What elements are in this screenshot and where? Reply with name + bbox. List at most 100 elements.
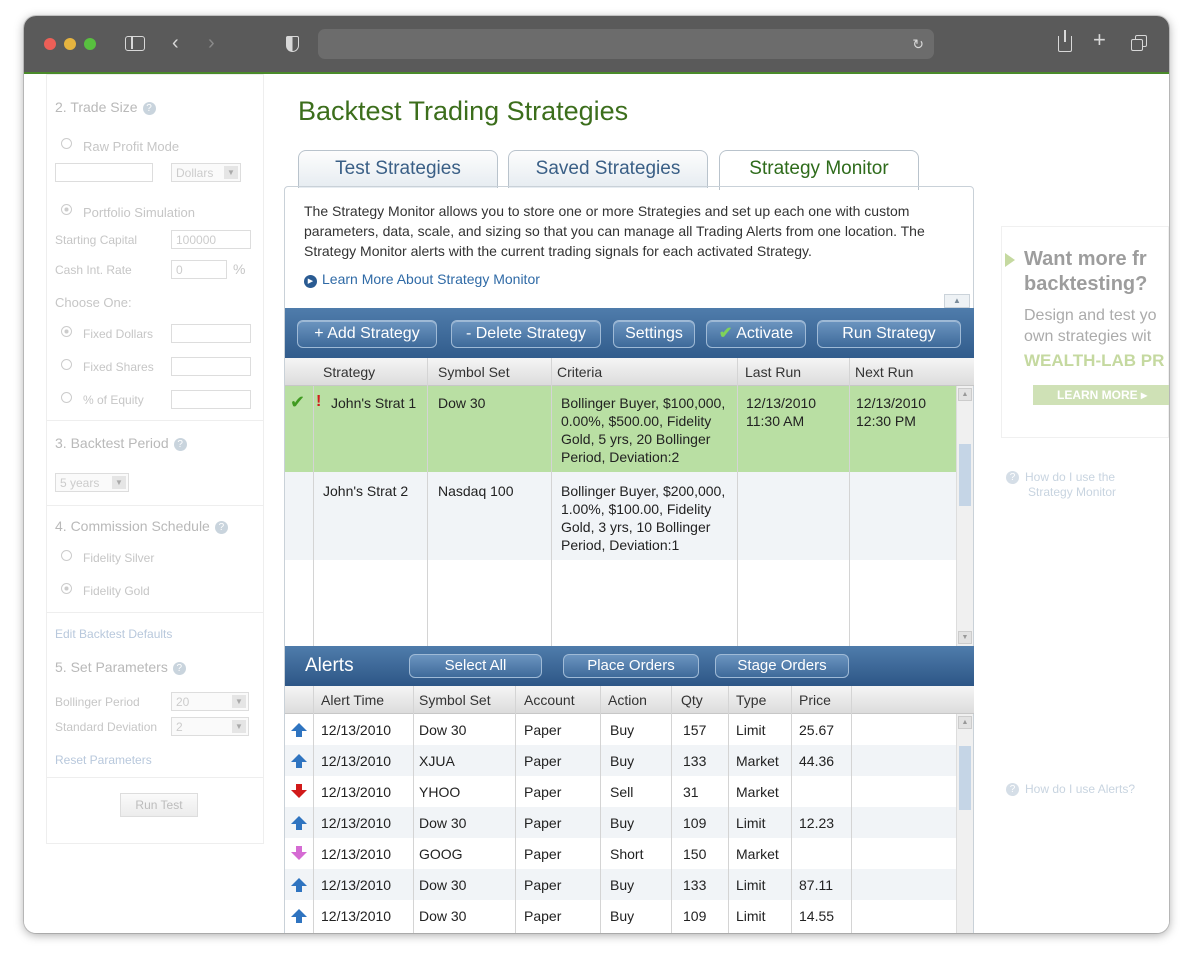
help-icon[interactable]: ? [172,662,186,675]
bollinger-value: 20 [176,695,190,709]
arrow-up-icon [291,816,307,830]
reload-icon[interactable]: ↻ [912,36,924,52]
address-bar[interactable]: ↻ [318,29,934,59]
table-row[interactable]: 12/13/2010 Dow 30 Paper Buy 109 Limit 12.23 [285,807,956,838]
table-row[interactable]: 12/13/2010 Dow 30 Paper Buy 109 Limit 14.55 [285,900,956,931]
help-monitor-link[interactable]: ? How do I use the Strategy Monitor [1006,470,1116,500]
fixed-dollars-input[interactable] [171,324,251,343]
backtest-period-select[interactable]: 5 years ▼ [55,473,129,492]
help-icon[interactable]: ? [214,521,228,534]
table-row[interactable]: 12/13/2010 XJUA Paper Buy 133 Market 44.36 [285,745,956,776]
fidelity-silver-radio[interactable] [61,550,72,561]
col-symbol-set[interactable]: Symbol Set [419,692,491,708]
tab-saved-strategies[interactable]: Saved Strategies [508,150,708,188]
fixed-dollars-radio[interactable] [61,326,72,337]
parameters-heading: 5. Set Parameters? [55,659,186,675]
new-tab-icon[interactable]: + [1093,29,1106,51]
tabs-overview-icon[interactable] [1131,35,1148,52]
strategy-scrollbar[interactable]: ▲ ▼ [956,386,973,646]
close-window-button[interactable] [44,38,56,50]
ad-brand: WEALTH-LAB PR [1024,351,1165,370]
cash-rate-input[interactable]: 0 [171,260,227,279]
criteria-line: Gold, 5 yrs, 20 Bollinger [561,431,711,447]
table-row[interactable]: John's Strat 2 Nasdaq 100 Bollinger Buye… [285,472,956,560]
alert-type: Limit [736,877,766,893]
stage-orders-button[interactable]: Stage Orders [715,654,849,678]
minimize-window-button[interactable] [64,38,76,50]
stddev-label: Standard Deviation [55,720,158,734]
alert-qty: 109 [683,815,707,831]
scroll-down-icon[interactable]: ▼ [958,631,972,644]
shield-icon[interactable] [286,36,299,52]
alerts-scrollbar[interactable]: ▲ [956,714,973,933]
parameters-heading-text: 5. Set Parameters [55,659,168,675]
tab-test-strategies[interactable]: Test Strategies [298,150,498,188]
arrow-down-icon [291,784,307,798]
col-criteria[interactable]: Criteria [557,364,602,380]
pct-equity-input[interactable] [171,390,251,409]
sidebar-divider [47,612,263,613]
fidelity-gold-radio[interactable] [61,583,72,594]
col-price[interactable]: Price [799,692,831,708]
starting-capital-input[interactable]: 100000 [171,230,251,249]
add-strategy-button[interactable]: + Add Strategy [297,320,437,348]
learn-more-button[interactable]: LEARN MORE ▸ [1033,385,1169,405]
col-last-run[interactable]: Last Run [745,364,801,380]
delete-strategy-button[interactable]: - Delete Strategy [451,320,601,348]
reset-parameters-link[interactable]: Reset Parameters [55,753,152,767]
scroll-thumb[interactable] [959,746,971,810]
col-next-run[interactable]: Next Run [855,364,913,380]
scroll-up-icon[interactable]: ▲ [958,716,972,729]
table-row[interactable]: 12/13/2010 Dow 30 Paper Buy 133 Limit 87.11 [285,869,956,900]
col-qty[interactable]: Qty [681,692,703,708]
fixed-shares-input[interactable] [171,357,251,376]
stddev-select[interactable]: 2 ▼ [171,717,249,736]
help-icon[interactable]: ? [142,102,156,115]
wealth-lab-ad[interactable]: Want more fr backtesting? Design and test… [1001,226,1169,438]
learn-more-link[interactable]: ▶ Learn More About Strategy Monitor [304,271,540,288]
place-orders-button[interactable]: Place Orders [563,654,699,678]
edit-defaults-link[interactable]: Edit Backtest Defaults [55,627,172,641]
col-action[interactable]: Action [608,692,647,708]
portfolio-simulation-radio[interactable] [61,204,72,215]
run-strategy-button[interactable]: Run Strategy [817,320,961,348]
column-divider [515,686,516,933]
settings-button[interactable]: Settings [613,320,695,348]
col-account[interactable]: Account [524,692,575,708]
table-row[interactable]: ✔ ! John's Strat 1 Dow 30 Bollinger Buye… [285,386,956,472]
col-alert-time[interactable]: Alert Time [321,692,384,708]
sidebar-divider [47,420,263,421]
next-run-date: 12/13/2010 [856,395,927,411]
sidebar-toggle-icon[interactable] [125,36,145,51]
pct-equity-radio[interactable] [61,392,72,403]
col-symbol-set[interactable]: Symbol Set [438,364,510,380]
scroll-thumb[interactable] [959,444,971,506]
dollars-select[interactable]: Dollars ▼ [171,163,241,182]
table-row[interactable]: 12/13/2010 Dow 30 Paper Buy 157 Limit 25.67 [285,714,956,745]
table-row[interactable]: 12/13/2010 YHOO Paper Sell 31 Market [285,776,956,807]
select-all-button[interactable]: Select All [409,654,542,678]
chevron-down-icon: ▼ [224,166,238,179]
help-alerts-link[interactable]: ? How do I use Alerts? [1006,782,1135,797]
help-icon[interactable]: ? [173,438,187,451]
maximize-window-button[interactable] [84,38,96,50]
checkmark-icon: ✔ [290,392,306,412]
settings-sidebar: 2. Trade Size? Raw Profit Mode Dollars ▼ … [46,74,264,844]
scroll-up-icon[interactable]: ▲ [958,388,972,401]
help-monitor-text: How do I use the [1025,470,1116,484]
back-icon[interactable]: ‹ [172,33,179,53]
fixed-shares-radio[interactable] [61,359,72,370]
col-strategy[interactable]: Strategy [323,364,375,380]
bollinger-select[interactable]: 20 ▼ [171,692,249,711]
raw-profit-radio[interactable] [61,138,72,149]
activate-button[interactable]: ✔ Activate [706,320,806,348]
forward-icon[interactable]: › [208,33,215,53]
share-icon[interactable] [1058,30,1072,52]
collapse-up-icon[interactable]: ▲ [944,294,970,308]
col-type[interactable]: Type [736,692,766,708]
table-row[interactable]: 12/13/2010 GOOG Paper Short 150 Market [285,838,956,869]
run-test-button[interactable]: Run Test [120,793,198,817]
raw-profit-input[interactable] [55,163,153,182]
tab-strategy-monitor[interactable]: Strategy Monitor [719,150,919,190]
alert-account: Paper [524,753,562,769]
